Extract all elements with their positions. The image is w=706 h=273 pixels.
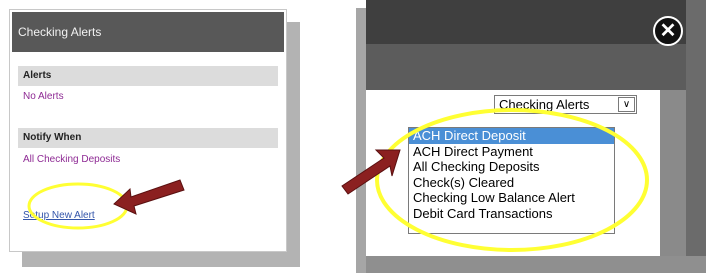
dialog-top-bar	[366, 0, 686, 44]
dialog-title-band	[366, 44, 686, 90]
dropdown-option[interactable]: Checking Low Balance Alert	[409, 190, 614, 206]
dialog-right-edge	[686, 0, 706, 273]
panel-header: Checking Alerts	[12, 12, 284, 52]
close-icon[interactable]: ✕	[653, 16, 683, 46]
checking-alerts-panel: Checking Alerts Alerts No Alerts Notify …	[9, 9, 287, 252]
alerts-status-text: No Alerts	[23, 91, 64, 102]
notify-when-value: All Checking Deposits	[23, 154, 121, 165]
dropdown-option[interactable]: Check(s) Cleared	[409, 175, 614, 191]
dialog-side-shade	[660, 90, 686, 256]
alert-type-select[interactable]: Checking Alerts ∨	[494, 95, 637, 114]
alert-options-dropdown: ACH Direct Deposit ACH Direct Payment All …	[408, 127, 615, 234]
dropdown-option[interactable]: ACH Direct Deposit	[409, 128, 614, 144]
dialog-bottom-edge	[366, 256, 706, 273]
dropdown-option[interactable]: ACH Direct Payment	[409, 144, 614, 160]
dropdown-option[interactable]: Debit Card Transactions	[409, 206, 614, 222]
setup-new-alert-link[interactable]: Setup New Alert	[23, 210, 95, 221]
notify-when-section-header: Notify When	[18, 128, 278, 148]
dropdown-option[interactable]: All Checking Deposits	[409, 159, 614, 175]
chevron-down-icon[interactable]: ∨	[618, 97, 635, 112]
select-value: Checking Alerts	[499, 97, 590, 112]
alerts-section-header: Alerts	[18, 66, 278, 86]
